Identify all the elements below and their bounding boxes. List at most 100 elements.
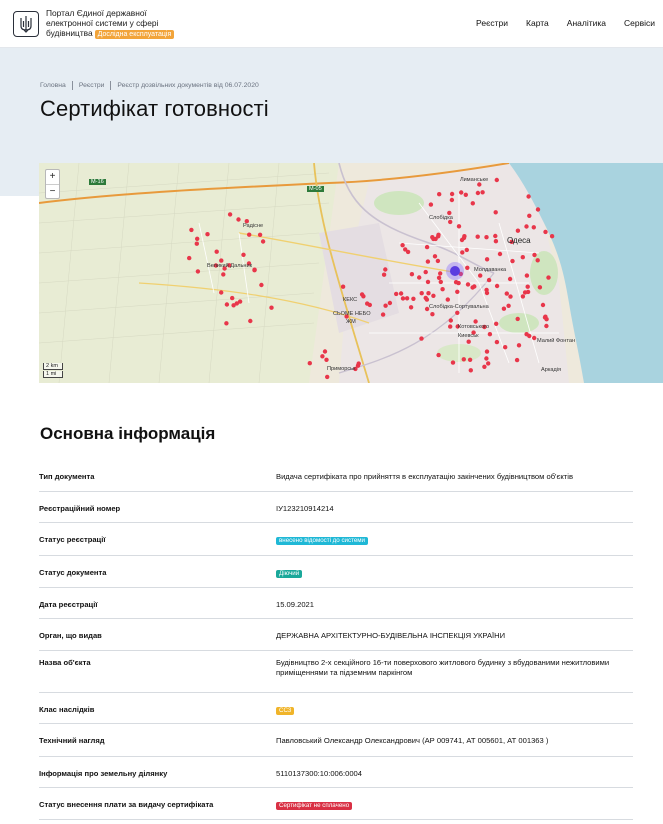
map-marker[interactable] [195,269,201,274]
map-marker[interactable] [189,227,194,233]
map-marker[interactable] [425,259,431,264]
map-marker[interactable] [383,267,388,272]
map-marker[interactable] [424,297,430,302]
map-marker[interactable] [400,296,406,301]
map-marker[interactable] [494,283,500,289]
map-marker[interactable] [394,291,399,297]
nav-map[interactable]: Карта [526,18,549,28]
map-marker[interactable] [465,265,470,270]
map-marker[interactable] [449,191,455,197]
map-marker[interactable] [475,234,480,239]
map-marker[interactable] [531,225,536,230]
map-marker[interactable] [234,301,239,306]
portal-brand[interactable]: Портал Єдиної державної електронної сист… [46,8,175,39]
map-marker[interactable] [247,232,252,237]
map-marker[interactable] [269,305,274,310]
map-marker[interactable] [403,247,408,252]
map-marker[interactable] [236,217,241,222]
map-marker[interactable] [417,275,422,280]
map-marker[interactable] [493,239,499,244]
map-marker[interactable] [230,295,235,301]
map-marker[interactable] [194,241,199,246]
map-marker[interactable] [436,352,441,358]
map-marker[interactable] [456,280,461,286]
nav-analytics[interactable]: Аналітика [567,18,606,28]
map-marker[interactable] [322,349,328,354]
map-marker[interactable] [516,343,522,348]
map-marker[interactable] [367,302,372,308]
map-marker[interactable] [432,254,438,259]
map-marker[interactable] [467,357,473,362]
map-marker[interactable] [419,291,424,296]
map-marker[interactable] [484,235,489,240]
map-marker[interactable] [486,277,492,283]
map-marker[interactable] [470,201,475,206]
map-marker[interactable] [484,287,489,293]
map-marker[interactable] [546,275,551,280]
map-marker[interactable] [436,234,441,239]
nav-registries[interactable]: Реєстри [476,18,508,28]
map-marker[interactable] [248,318,253,324]
map-marker[interactable] [487,332,493,337]
map-marker[interactable] [484,257,490,262]
map-marker[interactable] [543,314,548,319]
map-marker[interactable] [507,276,513,282]
map-marker[interactable] [494,339,500,345]
map-marker[interactable] [463,192,468,197]
map-marker[interactable] [525,284,530,289]
map-marker[interactable] [459,237,465,243]
map-marker[interactable] [515,316,520,322]
map-marker[interactable] [440,287,445,292]
map-marker[interactable] [387,300,393,306]
map-marker[interactable] [524,273,530,278]
map-marker[interactable] [480,190,485,195]
map-marker[interactable] [510,258,515,264]
map-marker[interactable] [257,232,263,237]
map-marker[interactable] [524,224,529,229]
map-marker[interactable] [307,361,312,366]
map-marker[interactable] [493,233,498,239]
map-marker[interactable] [456,224,462,229]
map-marker[interactable] [478,273,483,278]
breadcrumb-registries[interactable]: Реєстри [79,82,105,89]
map-marker[interactable] [475,190,481,196]
map-marker[interactable] [259,282,264,288]
map-marker[interactable] [455,310,460,315]
map-marker[interactable] [532,252,537,258]
map-marker[interactable] [544,323,549,329]
map-marker[interactable] [497,251,503,257]
map-marker[interactable] [411,296,416,301]
trident-logo-icon[interactable] [13,11,39,37]
map-marker[interactable] [484,356,489,361]
map-marker[interactable] [515,228,521,233]
map-marker[interactable] [450,360,456,365]
map-view[interactable] [39,163,663,383]
zoom-in-button[interactable]: + [46,170,59,184]
nav-services[interactable]: Сервіси [624,18,655,28]
map-marker[interactable] [219,290,224,295]
map-marker[interactable] [543,229,548,235]
map-marker[interactable] [486,361,491,366]
map-marker[interactable] [437,192,442,197]
zoom-out-button[interactable]: − [46,184,59,198]
map-marker[interactable] [465,282,471,287]
map-marker[interactable] [252,267,257,272]
map-marker[interactable] [448,318,453,323]
breadcrumb-home[interactable]: Головна [40,82,66,89]
map-marker[interactable] [227,212,233,217]
map-marker[interactable] [419,336,424,341]
map-marker[interactable] [423,269,428,275]
map-marker[interactable] [430,235,435,240]
map-marker[interactable] [404,296,410,301]
map-marker[interactable] [535,207,541,212]
map-marker[interactable] [455,289,460,294]
map-marker[interactable] [187,255,192,261]
map-marker[interactable] [506,303,511,308]
map-marker[interactable] [398,291,404,296]
map-marker[interactable] [449,197,455,203]
map-marker[interactable] [214,249,219,254]
map-marker[interactable] [400,243,405,248]
map-marker[interactable] [459,190,464,195]
map-marker[interactable] [537,285,543,290]
map-marker[interactable] [438,279,443,285]
